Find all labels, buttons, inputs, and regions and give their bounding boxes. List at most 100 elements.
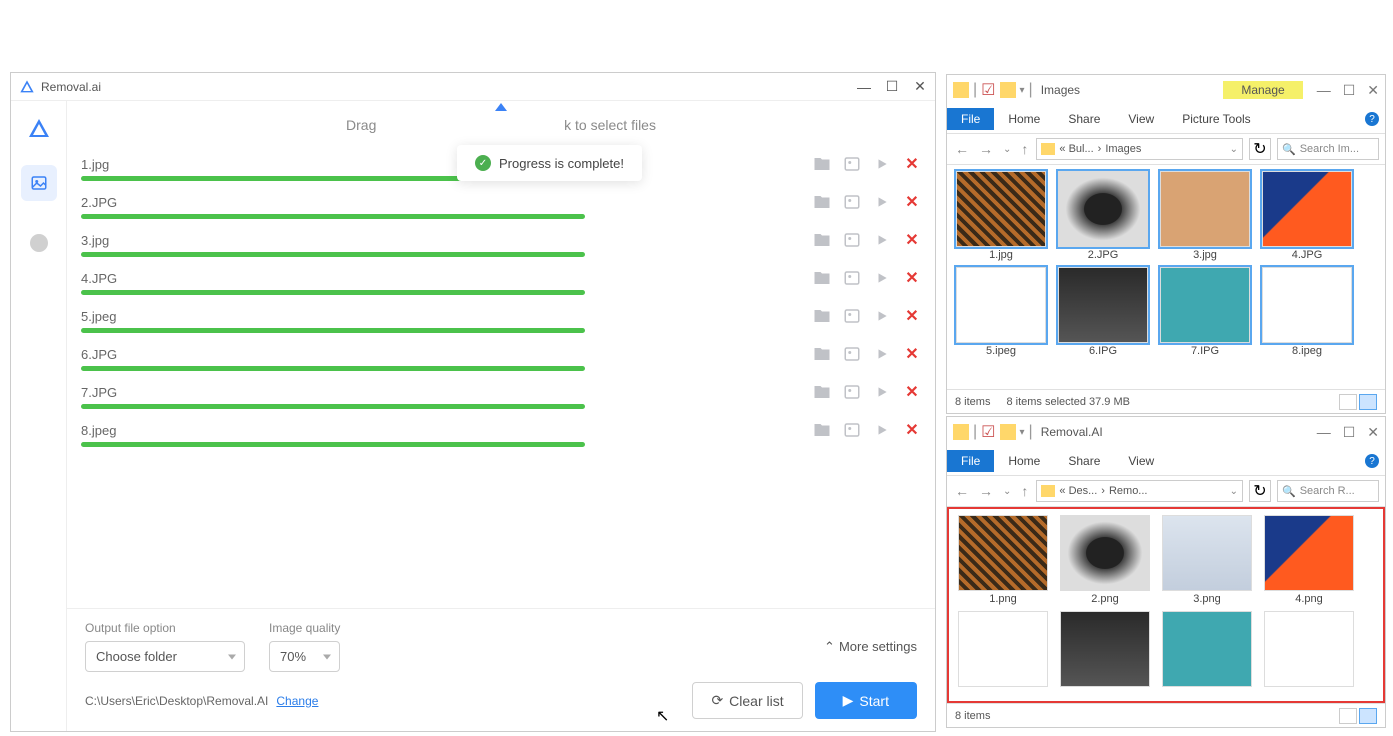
address-input[interactable]: « Des... › Remo... ⌄ bbox=[1036, 480, 1243, 502]
open-folder-button[interactable] bbox=[813, 231, 831, 249]
view-details-button[interactable] bbox=[1339, 708, 1357, 724]
sidebar-images-button[interactable] bbox=[21, 165, 57, 201]
play-button[interactable] bbox=[873, 345, 891, 363]
file-thumbnail[interactable]: 6.IPG bbox=[1055, 267, 1151, 357]
view-thumbnails-button[interactable] bbox=[1359, 708, 1377, 724]
ribbon-view-tab[interactable]: View bbox=[1114, 108, 1168, 130]
nav-history-button[interactable]: ⌄ bbox=[1001, 144, 1013, 155]
close-button[interactable]: ✕ bbox=[1367, 82, 1379, 99]
remove-file-button[interactable]: ✕ bbox=[903, 345, 921, 363]
sidebar-account-button[interactable] bbox=[21, 225, 57, 261]
preview-button[interactable] bbox=[843, 383, 861, 401]
file-thumbnail[interactable] bbox=[1159, 611, 1255, 689]
refresh-button[interactable]: ↻ bbox=[1249, 138, 1271, 160]
search-input[interactable]: 🔍 Search Im... bbox=[1277, 138, 1379, 160]
remove-file-button[interactable]: ✕ bbox=[903, 383, 921, 401]
ribbon-file-tab[interactable]: File bbox=[947, 108, 994, 130]
file-grid[interactable]: 1.jpg2.JPG3.jpg4.JPG 5.ipeg6.IPG7.IPG8.ip… bbox=[947, 165, 1385, 389]
nav-back-button[interactable]: ← bbox=[953, 141, 971, 157]
nav-forward-button[interactable]: → bbox=[977, 141, 995, 157]
qat-prop-icon[interactable]: ☑ bbox=[981, 80, 995, 100]
qat-prop-icon[interactable]: ☑ bbox=[981, 422, 995, 442]
ribbon-file-tab[interactable]: File bbox=[947, 450, 994, 472]
ribbon-home-tab[interactable]: Home bbox=[994, 108, 1054, 130]
manage-tab[interactable]: Manage bbox=[1223, 81, 1302, 99]
file-thumbnail[interactable]: 5.ipeg bbox=[953, 267, 1049, 357]
file-thumbnail[interactable] bbox=[1261, 611, 1357, 689]
clear-list-button[interactable]: ⟳ Clear list bbox=[692, 682, 802, 719]
ribbon-view-tab[interactable]: View bbox=[1114, 450, 1168, 472]
minimize-button[interactable]: — bbox=[1317, 424, 1331, 441]
file-thumbnail[interactable]: 4.png bbox=[1261, 515, 1357, 605]
open-folder-button[interactable] bbox=[813, 307, 831, 325]
preview-button[interactable] bbox=[843, 231, 861, 249]
play-button[interactable] bbox=[873, 155, 891, 173]
more-settings-button[interactable]: ⌃ More settings bbox=[824, 639, 917, 655]
remove-file-button[interactable]: ✕ bbox=[903, 421, 921, 439]
view-details-button[interactable] bbox=[1339, 394, 1357, 410]
maximize-button[interactable]: ☐ bbox=[1343, 424, 1356, 441]
refresh-button[interactable]: ↻ bbox=[1249, 480, 1271, 502]
preview-button[interactable] bbox=[843, 345, 861, 363]
file-thumbnail[interactable]: 1.png bbox=[955, 515, 1051, 605]
ribbon-share-tab[interactable]: Share bbox=[1054, 108, 1114, 130]
view-thumbnails-button[interactable] bbox=[1359, 394, 1377, 410]
minimize-button[interactable]: — bbox=[857, 80, 871, 94]
remove-file-button[interactable]: ✕ bbox=[903, 155, 921, 173]
open-folder-button[interactable] bbox=[813, 383, 831, 401]
open-folder-button[interactable] bbox=[813, 155, 831, 173]
file-thumbnail[interactable]: 8.ipeg bbox=[1259, 267, 1355, 357]
minimize-button[interactable]: — bbox=[1317, 82, 1331, 99]
preview-button[interactable] bbox=[843, 155, 861, 173]
open-folder-button[interactable] bbox=[813, 269, 831, 287]
file-thumbnail[interactable]: 1.jpg bbox=[953, 171, 1049, 261]
file-thumbnail[interactable]: 7.IPG bbox=[1157, 267, 1253, 357]
file-thumbnail[interactable]: 2.JPG bbox=[1055, 171, 1151, 261]
nav-history-button[interactable]: ⌄ bbox=[1001, 486, 1013, 497]
file-thumbnail[interactable]: 4.JPG bbox=[1259, 171, 1355, 261]
preview-button[interactable] bbox=[843, 421, 861, 439]
output-folder-select[interactable]: Choose folder bbox=[85, 641, 245, 672]
file-thumbnail[interactable] bbox=[1057, 611, 1153, 689]
close-button[interactable]: ✕ bbox=[1367, 424, 1379, 441]
nav-up-button[interactable]: ↑ bbox=[1019, 141, 1030, 157]
ribbon-picture-tools-tab[interactable]: Picture Tools bbox=[1168, 108, 1264, 130]
preview-button[interactable] bbox=[843, 307, 861, 325]
nav-back-button[interactable]: ← bbox=[953, 483, 971, 499]
play-button[interactable] bbox=[873, 193, 891, 211]
nav-forward-button[interactable]: → bbox=[977, 483, 995, 499]
file-thumbnail[interactable] bbox=[955, 611, 1051, 689]
remove-file-button[interactable]: ✕ bbox=[903, 269, 921, 287]
dropzone[interactable]: Drag k to select files bbox=[67, 101, 935, 143]
file-grid[interactable]: 1.png2.png3.png4.png bbox=[947, 507, 1385, 703]
preview-button[interactable] bbox=[843, 269, 861, 287]
file-thumbnail[interactable]: 3.jpg bbox=[1157, 171, 1253, 261]
open-folder-button[interactable] bbox=[813, 345, 831, 363]
play-button[interactable] bbox=[873, 231, 891, 249]
search-input[interactable]: 🔍 Search R... bbox=[1277, 480, 1379, 502]
ribbon-share-tab[interactable]: Share bbox=[1054, 450, 1114, 472]
remove-file-button[interactable]: ✕ bbox=[903, 193, 921, 211]
start-button[interactable]: ▶ Start bbox=[815, 682, 917, 719]
open-folder-button[interactable] bbox=[813, 193, 831, 211]
quality-select[interactable]: 70% bbox=[269, 641, 340, 672]
ribbon-home-tab[interactable]: Home bbox=[994, 450, 1054, 472]
preview-button[interactable] bbox=[843, 193, 861, 211]
help-icon[interactable]: ? bbox=[1365, 454, 1379, 468]
play-button[interactable] bbox=[873, 383, 891, 401]
address-input[interactable]: « Bul... › Images ⌄ bbox=[1036, 138, 1243, 160]
maximize-button[interactable]: ☐ bbox=[885, 80, 899, 94]
file-thumbnail[interactable]: 3.png bbox=[1159, 515, 1255, 605]
remove-file-button[interactable]: ✕ bbox=[903, 231, 921, 249]
remove-file-button[interactable]: ✕ bbox=[903, 307, 921, 325]
play-button[interactable] bbox=[873, 421, 891, 439]
play-button[interactable] bbox=[873, 269, 891, 287]
file-thumbnail[interactable]: 2.png bbox=[1057, 515, 1153, 605]
change-path-link[interactable]: Change bbox=[276, 694, 318, 708]
play-button[interactable] bbox=[873, 307, 891, 325]
maximize-button[interactable]: ☐ bbox=[1343, 82, 1356, 99]
nav-up-button[interactable]: ↑ bbox=[1019, 483, 1030, 499]
help-icon[interactable]: ? bbox=[1365, 112, 1379, 126]
open-folder-button[interactable] bbox=[813, 421, 831, 439]
close-button[interactable]: ✕ bbox=[913, 80, 927, 94]
